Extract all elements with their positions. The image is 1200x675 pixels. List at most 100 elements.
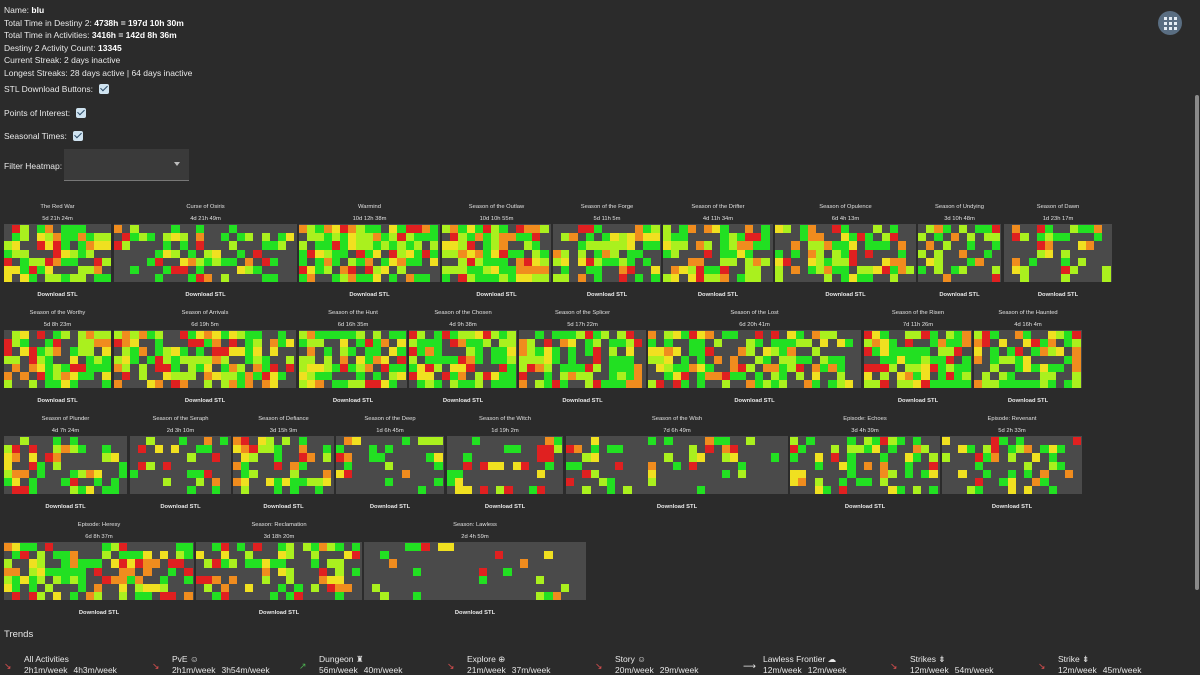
heatmap-cell [315,249,324,258]
download-stl-button[interactable]: Download STL [648,398,861,404]
download-stl-button[interactable]: Download STL [1004,292,1112,298]
download-stl-button[interactable]: Download STL [4,292,111,298]
download-stl-button[interactable]: Download STL [442,292,551,298]
season-heatmap-grid [790,436,940,495]
heatmap-cell [36,592,45,601]
heatmap-cell [335,543,344,552]
stl-checkbox[interactable] [98,84,109,94]
download-stl-button[interactable]: Download STL [233,504,334,510]
heatmap-cell [864,363,873,372]
heatmap-cell [143,567,152,576]
download-stl-button[interactable]: Download STL [409,398,517,404]
heatmap-cell [847,461,856,470]
season-title: Season of Plunder [41,416,90,422]
download-stl-button[interactable]: Download STL [864,398,972,404]
heatmap-cell [872,437,881,446]
heatmap-cell [417,363,426,372]
heatmap-cell [545,461,554,470]
download-stl-button[interactable]: Download STL [790,504,940,510]
heatmap-cell [102,233,111,242]
heatmap-cell [212,453,221,462]
scrollbar-thumb[interactable] [1195,95,1199,590]
heatmap-cell [458,372,467,381]
heatmap-cell [12,575,21,584]
download-stl-button[interactable]: Download STL [918,292,1001,298]
download-stl-button[interactable]: Download STL [942,504,1082,510]
heatmap-cell [824,266,833,275]
heatmap-cell [566,461,575,470]
heatmap-cell [466,266,475,275]
heatmap-cell [422,249,431,258]
heatmap-cell [203,469,212,478]
heatmap-cell [568,339,577,348]
heatmap-cell [474,249,483,258]
download-stl-button[interactable]: Download STL [299,292,440,298]
download-stl-button[interactable]: Download STL [775,292,916,298]
trend-item: All Activities ↘ 2h1m/week 4h3m/week [4,652,144,675]
apps-menu-button[interactable] [1158,11,1182,35]
heatmap-cell [787,363,796,372]
heatmap-cell [204,380,213,389]
season-time: 3d 4h 39m [851,428,879,434]
heatmap-cell [171,380,180,389]
season-heatmap-grid [130,436,231,495]
heatmap-cell [45,274,54,283]
download-stl-button[interactable]: Download STL [364,610,586,616]
download-stl-button[interactable]: Download STL [196,610,362,616]
heatmap-cell [253,347,262,356]
seasonal-checkbox[interactable] [72,131,83,141]
download-stl-button[interactable]: Download STL [130,504,231,510]
heatmap-cell [799,233,808,242]
poi-checkbox[interactable] [76,108,87,118]
heatmap-cell [356,331,365,340]
download-stl-button[interactable]: Download STL [4,610,194,616]
heatmap-cell [265,478,274,487]
download-stl-button[interactable]: Download STL [974,398,1082,404]
heatmap-cell [625,380,634,389]
download-stl-button[interactable]: Download STL [299,398,407,404]
apps-icon-dot [1168,21,1172,25]
heatmap-cell [154,445,163,454]
heatmap-cell [381,241,390,250]
download-stl-button[interactable]: Download STL [336,504,444,510]
heatmap-cell [551,331,560,340]
heatmap-cell [348,266,357,275]
heatmap-cell [405,241,414,250]
heatmap-cell [831,445,840,454]
download-stl-button[interactable]: Download STL [519,398,646,404]
download-stl-button[interactable]: Download STL [4,504,127,510]
heatmap-cell [463,453,472,462]
download-stl-button[interactable]: Download STL [4,398,111,404]
heatmap-cell [331,363,340,372]
heatmap-cell [896,437,905,446]
heatmap-cell [269,257,278,266]
download-stl-button[interactable]: Download STL [553,292,661,298]
heatmap-cell [577,225,586,234]
download-stl-button[interactable]: Download STL [114,292,297,298]
heatmap-cell [220,233,229,242]
heatmap-cell [179,437,188,446]
heatmap-cell [1024,461,1033,470]
heatmap-cell [351,543,360,552]
heatmap-cell [425,347,434,356]
heatmap-cell [840,266,849,275]
heatmap-cell [863,478,872,487]
heatmap-cell [53,249,62,258]
download-stl-button[interactable]: Download STL [114,398,296,404]
season-title: Episode: Echoes [843,416,887,422]
download-stl-button[interactable]: Download STL [447,504,563,510]
heatmap-cell [1061,249,1070,258]
heatmap-cell [69,445,78,454]
heatmap-cell [151,559,160,568]
heatmap-cell [340,249,349,258]
heatmap-cell [331,274,340,283]
heatmap-cell [483,225,492,234]
heatmap-cell [28,266,37,275]
heatmap-cell [1032,453,1041,462]
heatmap-cell [130,347,139,356]
heatmap-cell [625,331,634,340]
heatmap-cell [340,241,349,250]
filter-heatmap-select[interactable] [64,149,189,181]
download-stl-button[interactable]: Download STL [663,292,773,298]
download-stl-button[interactable]: Download STL [566,504,788,510]
